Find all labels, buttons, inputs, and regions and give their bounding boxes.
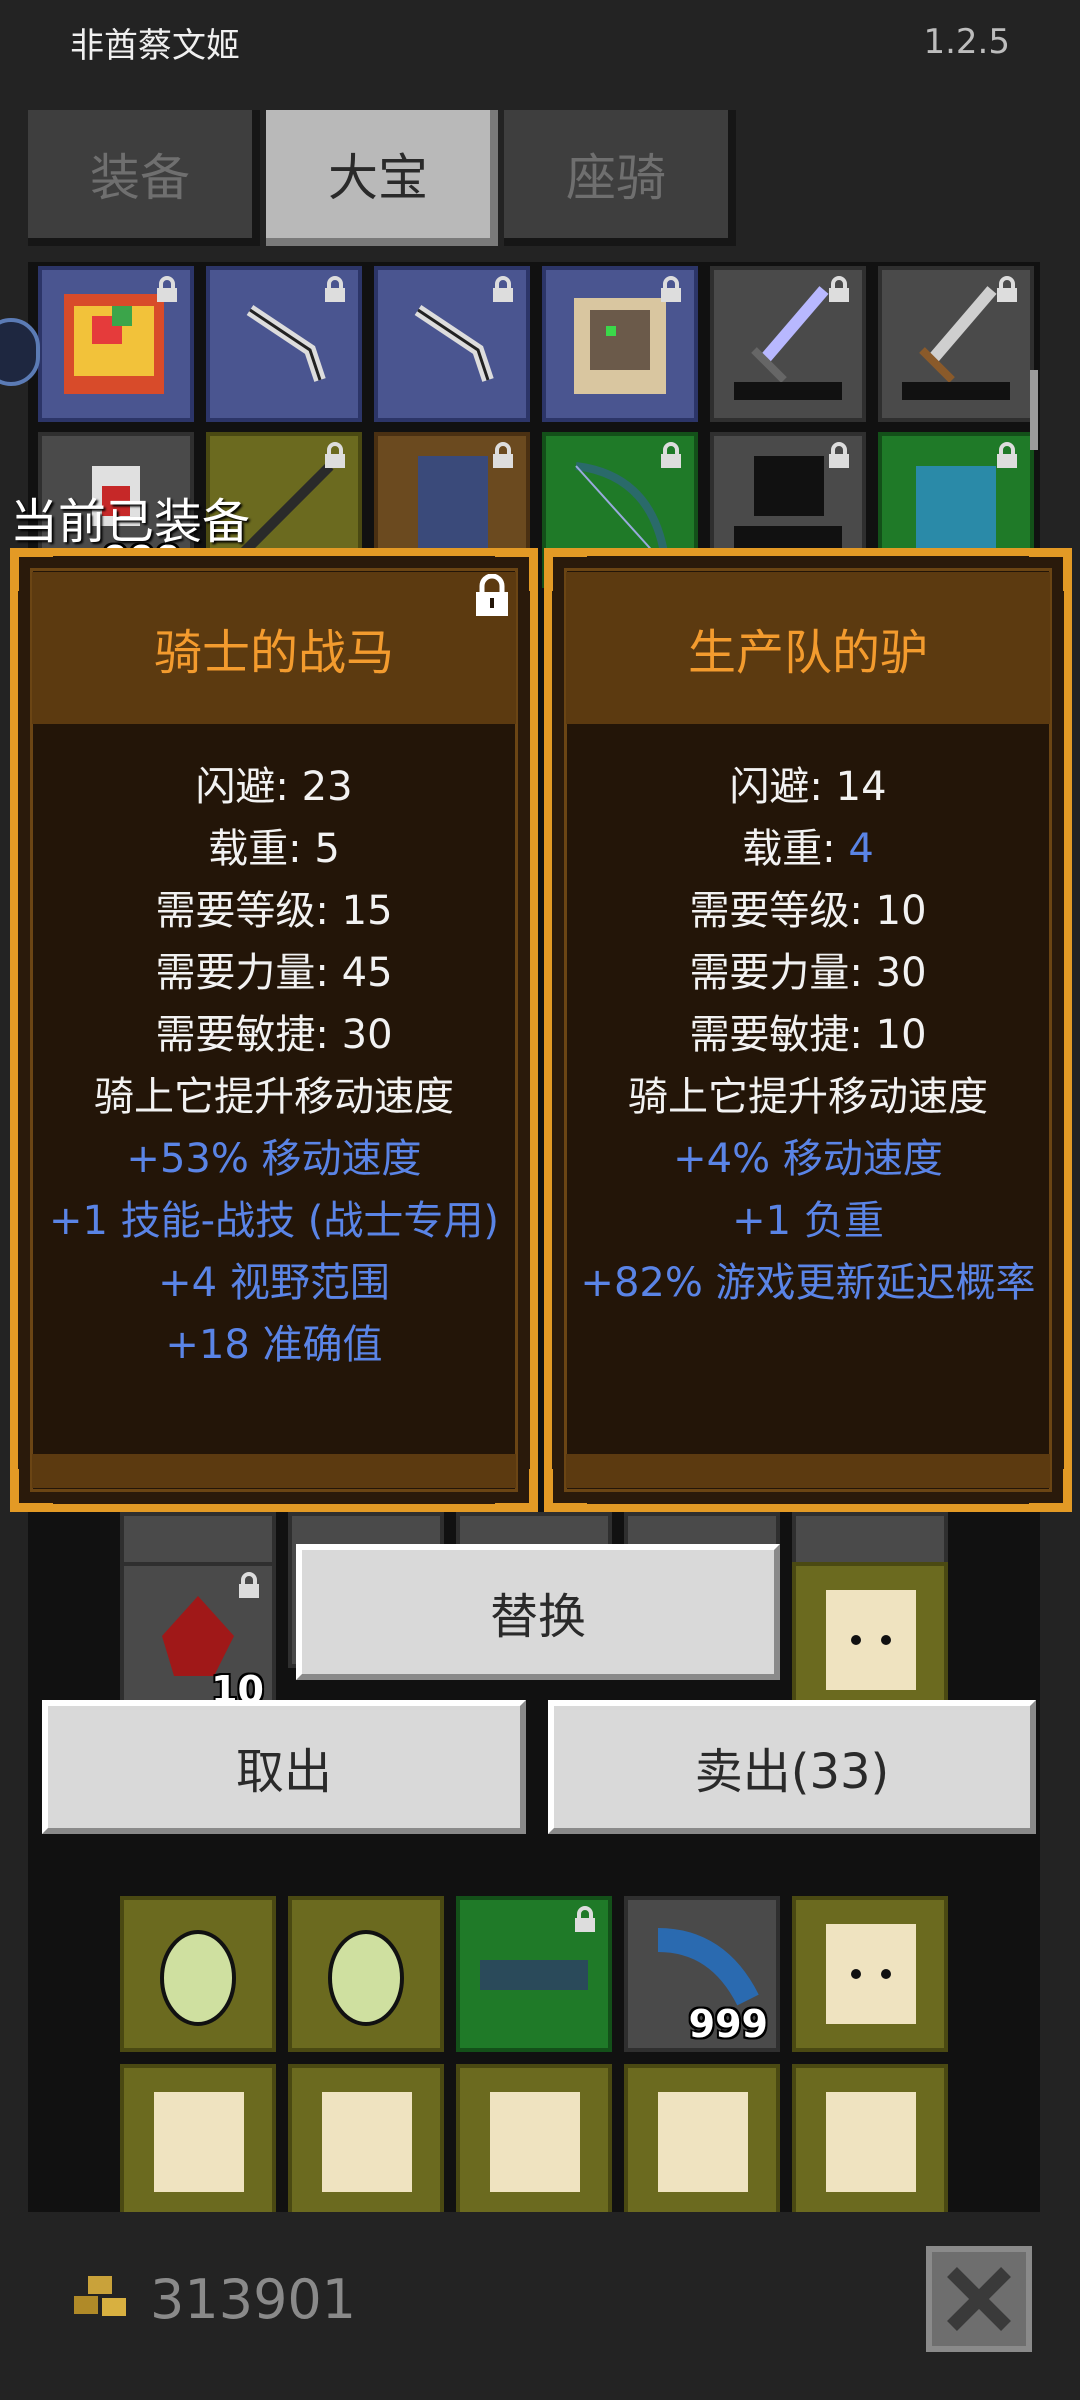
lock-icon: [661, 276, 681, 302]
inventory-slot[interactable]: [38, 266, 194, 422]
item-stats: 闪避: 14 载重: 4 需要等级: 10 需要力量: 30 需要敏捷: 10 …: [552, 756, 1064, 1314]
inventory-slot[interactable]: 10: [120, 1562, 276, 1718]
inventory-slot[interactable]: [456, 2064, 612, 2220]
inventory-slot[interactable]: [120, 1896, 276, 2052]
close-button[interactable]: [926, 2246, 1032, 2352]
item-title: 骑士的战马: [32, 572, 516, 724]
item-stats: 闪避: 23 载重: 5 需要等级: 15 需要力量: 45 需要敏捷: 30 …: [18, 756, 530, 1376]
inventory-slot[interactable]: [374, 266, 530, 422]
lock-icon: [157, 276, 177, 302]
bonus-line: +53% 移动速度: [126, 1136, 422, 1182]
face-scroll-icon: [490, 2092, 580, 2192]
gold-coins-icon: [74, 2276, 126, 2316]
item-description: 骑上它提升移动速度: [94, 1074, 454, 1120]
lock-icon: [325, 442, 345, 468]
egg-icon: [328, 1930, 404, 2026]
inventory-slot[interactable]: [792, 1896, 948, 2052]
stat-dodge: 闪避: 23: [195, 764, 353, 810]
inventory-slot[interactable]: [710, 266, 866, 422]
lock-icon: [661, 442, 681, 468]
lock-icon: [997, 276, 1017, 302]
item-description: 骑上它提升移动速度: [628, 1074, 988, 1120]
inventory-slot[interactable]: [288, 1896, 444, 2052]
lock-icon: [493, 276, 513, 302]
stat-dodge: 闪避: 14: [729, 764, 887, 810]
lock-icon: [575, 1906, 595, 1932]
player-name: 非酋蔡文姬: [70, 26, 240, 66]
replace-button[interactable]: 替换: [296, 1544, 780, 1680]
equipped-label: 当前已装备: [10, 494, 251, 550]
inventory-slot[interactable]: [624, 2064, 780, 2220]
face-scroll-icon: [322, 2092, 412, 2192]
inventory-slot[interactable]: [792, 2064, 948, 2220]
item-title: 生产队的驴: [566, 572, 1050, 724]
bonus-line: +18 准确值: [165, 1322, 383, 1368]
inventory-slot[interactable]: [456, 1896, 612, 2052]
face-scroll-icon: [826, 1590, 916, 1690]
inventory-slot[interactable]: [792, 1562, 948, 1718]
stat-req-agility: 需要敏捷: 10: [689, 1012, 927, 1058]
inventory-slot[interactable]: [288, 2064, 444, 2220]
inventory-slot[interactable]: [542, 266, 698, 422]
face-scroll-icon: [826, 1924, 916, 2024]
inventory-slot[interactable]: 999: [624, 1896, 780, 2052]
lock-icon: [493, 442, 513, 468]
lock-icon: [239, 1572, 259, 1598]
face-scroll-icon: [826, 2092, 916, 2192]
lock-icon: [829, 442, 849, 468]
bonus-line: +1 技能-战技 (战士专用): [48, 1198, 500, 1244]
tab-mount[interactable]: 座骑: [504, 110, 736, 246]
lock-icon: [325, 276, 345, 302]
lock-icon: [997, 442, 1017, 468]
sell-button[interactable]: 卖出(33): [548, 1700, 1036, 1834]
lock-icon[interactable]: [472, 574, 512, 618]
stat-req-level: 需要等级: 10: [689, 888, 927, 934]
gold-amount: 313901: [150, 2268, 357, 2331]
face-scroll-icon: [658, 2092, 748, 2192]
stat-req-agility: 需要敏捷: 30: [155, 1012, 393, 1058]
egg-icon: [160, 1930, 236, 2026]
stat-load: 载重: 4: [742, 826, 874, 872]
stat-load: 载重: 5: [208, 826, 340, 872]
inventory-slot[interactable]: [206, 266, 362, 422]
tab-equipment[interactable]: 装备: [28, 110, 260, 246]
lock-icon: [829, 276, 849, 302]
bonus-line: +4% 移动速度: [673, 1136, 943, 1182]
item-count: 999: [688, 2002, 768, 2046]
stat-req-strength: 需要力量: 45: [155, 950, 393, 996]
stat-req-level: 需要等级: 15: [155, 888, 393, 934]
inventory-scrollbar[interactable]: [1030, 370, 1038, 450]
take-out-button[interactable]: 取出: [42, 1700, 526, 1834]
bonus-line: +4 视野范围: [158, 1260, 390, 1306]
face-scroll-icon: [154, 2092, 244, 2192]
inventory-slot[interactable]: [120, 2064, 276, 2220]
bonus-line: +82% 游戏更新延迟概率: [580, 1260, 1036, 1306]
close-icon: [947, 2267, 1011, 2331]
tab-treasure[interactable]: 大宝: [266, 110, 498, 246]
equipped-item-card: 骑士的战马 闪避: 23 载重: 5 需要等级: 15 需要力量: 45 需要敏…: [10, 548, 538, 1512]
inventory-slot[interactable]: [878, 266, 1034, 422]
version-label: 1.2.5: [923, 22, 1010, 62]
bonus-line: +1 负重: [732, 1198, 884, 1244]
stat-req-strength: 需要力量: 30: [689, 950, 927, 996]
selected-item-card: 生产队的驴 闪避: 14 载重: 4 需要等级: 10 需要力量: 30 需要敏…: [544, 548, 1072, 1512]
